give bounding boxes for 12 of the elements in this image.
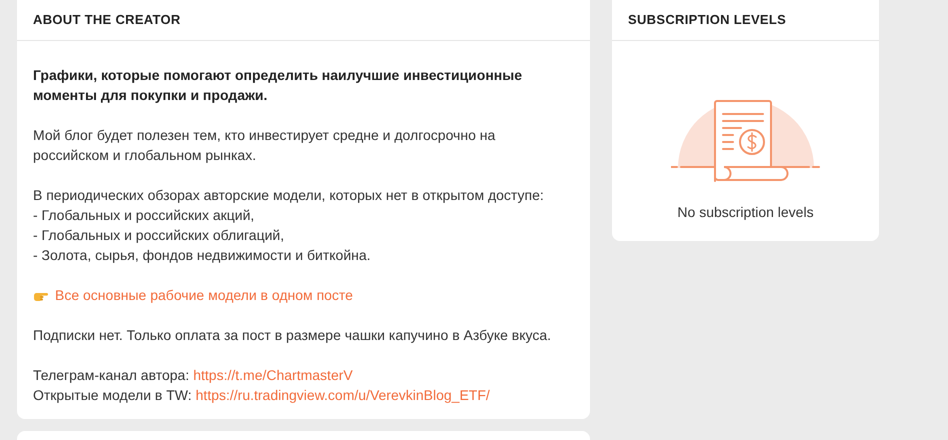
url-link[interactable]: https://t.me/ChartmasterV (193, 365, 353, 385)
card-title: ABOUT THE CREATOR (33, 11, 181, 30)
post-link[interactable]: Все основные рабочие модели в одном посте (55, 285, 353, 305)
paragraph: В периодических обзорах авторские модели, которых нет в открытом доступе: - Глобальных и российских акций, - Глобальных и российских облигаций, - Золота, сырья, фондов недвижимости и биткойна. (33, 186, 545, 265)
paragraph: Подписки нет. Только оплата за пост в размере чашки капучино в Азбуке вкуса. (33, 326, 552, 345)
link-label: Телеграм-канал автора: (33, 366, 190, 385)
link-label: Открытые модели в TW: (33, 386, 192, 405)
paragraph: Мой блог будет полезен тем, кто инвестирует средне и долгосрочно на российском и глобальном рынках. (33, 126, 496, 165)
intro-heading: Графики, которые помогают определить наилучшие инвестиционные моменты для покупки и продажи. (33, 66, 523, 105)
empty-state-text: No subscription levels (677, 203, 814, 222)
url-link[interactable]: https://ru.tradingview.com/u/VerevkinBlog_ETF/ (196, 385, 490, 405)
card-title: SUBSCRIPTION LEVELS (628, 11, 786, 30)
